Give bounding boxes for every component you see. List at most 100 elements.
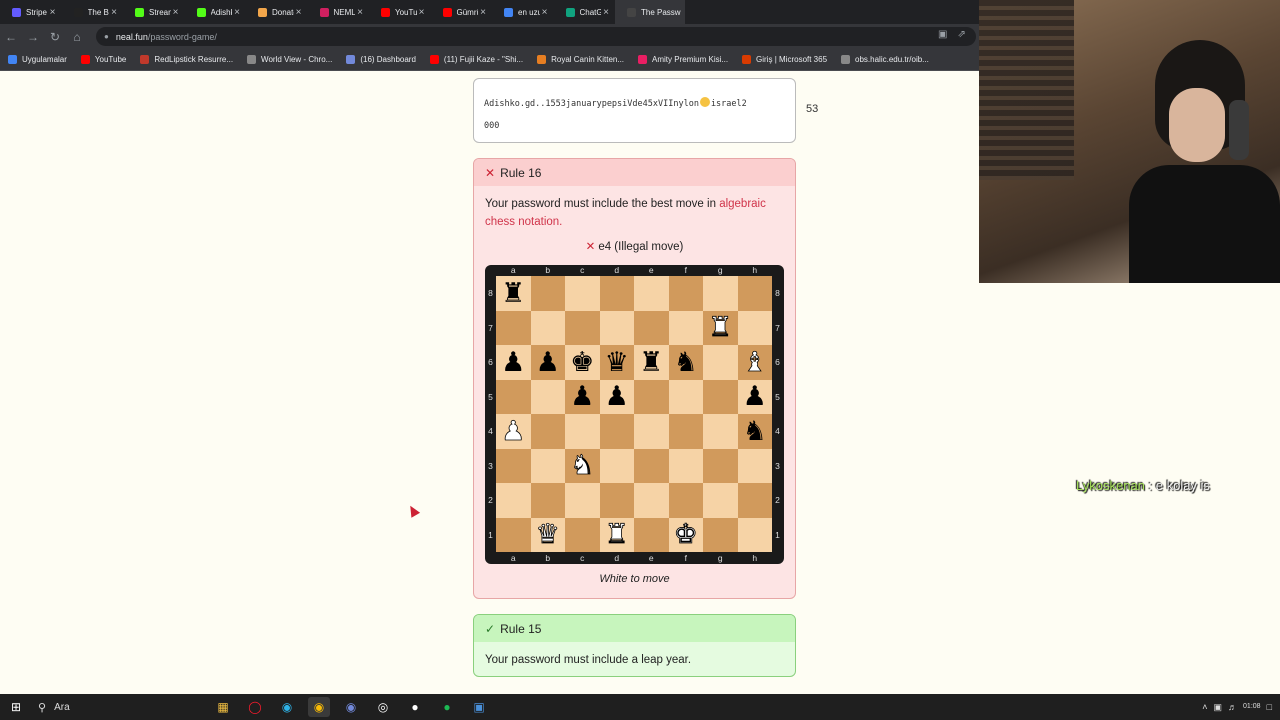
browser-tab[interactable]: NEMLİZADE× — [308, 0, 370, 24]
bookmark-item[interactable]: (11) Fujii Kaze - "Shi... — [429, 55, 523, 64]
board-square-h6[interactable]: ♝ — [737, 345, 772, 380]
black-queen-icon[interactable]: ♛ — [605, 349, 629, 376]
board-square-f2[interactable] — [668, 483, 703, 518]
board-square-c3[interactable]: ♞ — [565, 448, 600, 483]
notifications-icon[interactable]: □ — [1267, 702, 1272, 712]
close-tab-icon[interactable]: × — [540, 7, 550, 18]
board-square-c2[interactable] — [565, 483, 600, 518]
password-input[interactable]: Adishko.gd..1553januarypepsiVde45xVIInyl… — [473, 78, 796, 143]
board-square-g6[interactable] — [703, 345, 738, 380]
github-icon[interactable]: ● — [404, 697, 426, 717]
share-icon[interactable]: ⇗ — [957, 29, 965, 40]
board-square-g4[interactable] — [703, 414, 738, 449]
board-square-h5[interactable]: ♟ — [737, 379, 772, 414]
network-icon[interactable]: ▣ — [1214, 702, 1223, 713]
black-pawn-icon[interactable]: ♟ — [605, 383, 629, 410]
black-knight-icon[interactable]: ♞ — [674, 349, 698, 376]
board-square-g3[interactable] — [703, 448, 738, 483]
home-icon[interactable]: ⌂ — [66, 30, 88, 44]
board-square-d7[interactable] — [599, 310, 634, 345]
board-square-g1[interactable] — [703, 517, 738, 552]
board-square-e2[interactable] — [634, 483, 669, 518]
close-tab-icon[interactable]: × — [232, 7, 242, 18]
browser-tab[interactable]: ChatGPT× — [554, 0, 616, 24]
browser-tab[interactable]: Stream - Kick× — [123, 0, 185, 24]
board-square-a3[interactable] — [496, 448, 531, 483]
obs-icon[interactable]: ◎ — [372, 697, 394, 717]
board-square-d3[interactable] — [599, 448, 634, 483]
board-square-b8[interactable] — [530, 276, 565, 311]
translate-icon[interactable]: ▣ — [938, 29, 947, 40]
board-square-b3[interactable] — [530, 448, 565, 483]
discord-icon[interactable]: ◉ — [340, 697, 362, 717]
board-square-c5[interactable]: ♟ — [565, 379, 600, 414]
white-pawn-icon[interactable]: ♟ — [501, 417, 526, 445]
board-square-a1[interactable] — [496, 517, 531, 552]
white-knight-icon[interactable]: ♞ — [570, 452, 595, 480]
board-square-f3[interactable] — [668, 448, 703, 483]
browser-tab[interactable]: Stripe Express× — [0, 0, 62, 24]
board-square-h3[interactable] — [737, 448, 772, 483]
board-square-e1[interactable] — [634, 517, 669, 552]
board-square-c8[interactable] — [565, 276, 600, 311]
browser-tab[interactable]: Gümrük Muh× — [431, 0, 493, 24]
board-square-e7[interactable] — [634, 310, 669, 345]
board-square-f4[interactable] — [668, 414, 703, 449]
board-square-c7[interactable] — [565, 310, 600, 345]
close-tab-icon[interactable]: × — [478, 7, 488, 18]
board-square-e5[interactable] — [634, 379, 669, 414]
close-tab-icon[interactable]: × — [601, 7, 611, 18]
browser-tab[interactable]: Adishko Strea× — [185, 0, 247, 24]
board-square-e4[interactable] — [634, 414, 669, 449]
browser-tab[interactable]: en uzun uyan× — [492, 0, 554, 24]
board-square-d8[interactable] — [599, 276, 634, 311]
file-explorer-icon[interactable]: ▦ — [212, 697, 234, 717]
bookmark-item[interactable]: YouTube — [80, 55, 126, 64]
board-square-a8[interactable]: ♜ — [496, 276, 531, 311]
board-square-f8[interactable] — [668, 276, 703, 311]
board-square-c1[interactable] — [565, 517, 600, 552]
bookmark-item[interactable]: RedLipstick Resurre... — [140, 55, 233, 64]
board-square-g7[interactable]: ♜ — [703, 310, 738, 345]
board-square-a7[interactable] — [496, 310, 531, 345]
forward-icon[interactable]: → — [22, 30, 44, 44]
board-square-c6[interactable]: ♚ — [565, 345, 600, 380]
board-square-e8[interactable] — [634, 276, 669, 311]
black-rook-icon[interactable]: ♜ — [639, 349, 663, 376]
board-square-a2[interactable] — [496, 483, 531, 518]
windows-start-icon[interactable]: ⊞ — [0, 700, 32, 714]
bookmark-item[interactable]: Amity Premium Kisi... — [638, 55, 728, 64]
close-tab-icon[interactable]: × — [109, 7, 119, 18]
board-square-e3[interactable] — [634, 448, 669, 483]
board-square-h4[interactable]: ♞ — [737, 414, 772, 449]
white-king-icon[interactable]: ♚ — [673, 521, 698, 549]
board-square-d6[interactable]: ♛ — [599, 345, 634, 380]
close-tab-icon[interactable]: × — [294, 7, 304, 18]
bookmark-item[interactable]: obs.halic.edu.tr/oib... — [841, 55, 929, 64]
white-queen-icon[interactable]: ♛ — [535, 521, 560, 549]
reload-icon[interactable]: ↻ — [44, 30, 66, 44]
taskbar-search[interactable]: ⚲ Ara — [32, 701, 152, 714]
board-square-a6[interactable]: ♟ — [496, 345, 531, 380]
board-square-e6[interactable]: ♜ — [634, 345, 669, 380]
board-square-b7[interactable] — [530, 310, 565, 345]
black-pawn-icon[interactable]: ♟ — [536, 349, 560, 376]
close-tab-icon[interactable]: × — [417, 7, 427, 18]
board-square-d5[interactable]: ♟ — [599, 379, 634, 414]
clock[interactable]: 01:08 — [1243, 703, 1261, 711]
board-square-d4[interactable] — [599, 414, 634, 449]
browser-tab[interactable]: YouTube× — [369, 0, 431, 24]
bookmark-item[interactable]: World View - Chro... — [247, 55, 332, 64]
white-bishop-icon[interactable]: ♝ — [742, 348, 767, 376]
white-rook-icon[interactable]: ♜ — [604, 521, 629, 549]
close-tab-icon[interactable]: × — [171, 7, 181, 18]
spotify-icon[interactable]: ● — [436, 697, 458, 717]
close-tab-icon[interactable]: × — [48, 7, 58, 18]
edge-icon[interactable]: ◉ — [276, 697, 298, 717]
board-square-b4[interactable] — [530, 414, 565, 449]
opera-icon[interactable]: ◯ — [244, 697, 266, 717]
black-pawn-icon[interactable]: ♟ — [570, 383, 594, 410]
board-square-f1[interactable]: ♚ — [668, 517, 703, 552]
browser-tab[interactable]: The Boys 3.Se× — [62, 0, 124, 24]
browser-tab[interactable]: Donate By No× — [246, 0, 308, 24]
